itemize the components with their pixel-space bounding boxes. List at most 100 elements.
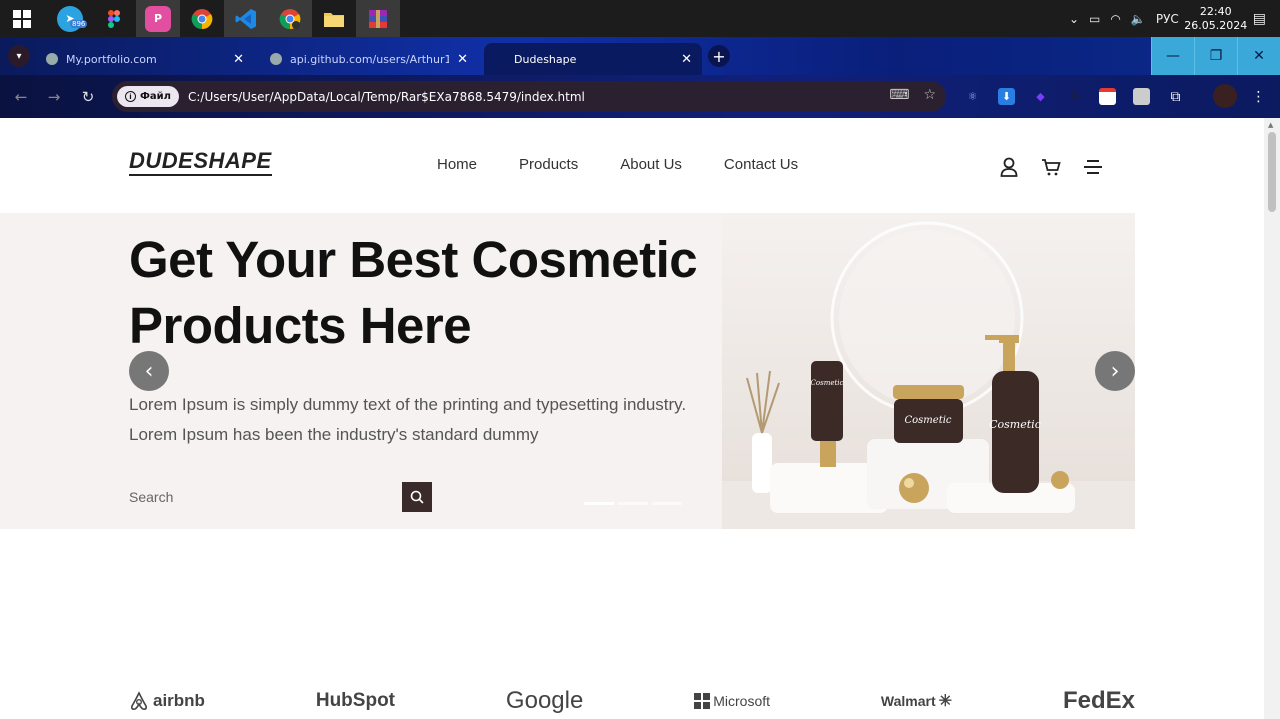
taskbar-chrome-profile[interactable]: [268, 0, 312, 37]
download-extension-icon[interactable]: ⬇: [998, 88, 1015, 105]
extension-calendar-icon[interactable]: [1099, 88, 1116, 105]
close-icon[interactable]: ✕: [681, 52, 692, 67]
slider-dot[interactable]: [584, 502, 614, 505]
notifications-icon[interactable]: ▤: [1253, 11, 1266, 27]
microsoft-icon: [694, 693, 711, 709]
bottle-label: Cosmetic: [989, 418, 1041, 431]
clock[interactable]: 22:40 26.05.2024: [1184, 5, 1248, 33]
chevron-right-icon: ›: [1110, 358, 1120, 384]
taskbar-vscode[interactable]: [224, 0, 268, 37]
brand-airbnb-text: airbnb: [153, 691, 205, 710]
translate-icon[interactable]: ⌨: [889, 87, 909, 103]
nav-contact-us[interactable]: Contact Us: [724, 156, 798, 173]
profile-avatar[interactable]: [1213, 84, 1237, 108]
system-tray: ⌄ ▭ ◠ 🔈 РУС 22:40 26.05.2024 ▤: [1064, 0, 1280, 37]
hero-slider: Get Your Best Cosmetic Products Here Lor…: [0, 213, 1135, 529]
forward-button[interactable]: →: [43, 86, 65, 108]
slider-dot[interactable]: [652, 502, 682, 505]
tab-label: Dudeshape: [514, 52, 577, 66]
start-button[interactable]: [0, 0, 44, 37]
header-icons: [998, 156, 1124, 178]
volume-icon[interactable]: 🔈: [1131, 12, 1146, 26]
windows-taskbar: ➤ 896 P ⌄ ▭ ◠ 🔈 РУС 22:40 26.05.2024 ▤: [0, 0, 1280, 37]
new-tab-button[interactable]: +: [708, 45, 730, 67]
restore-icon: ❐: [1209, 48, 1223, 64]
search-button[interactable]: [402, 482, 432, 512]
slider-dot[interactable]: [618, 502, 648, 505]
taskbar-chrome[interactable]: [180, 0, 224, 37]
brand-logos: airbnb HubSpot Google Microsoft Walmart …: [129, 686, 1135, 716]
brand-hubspot: HubSpot: [315, 690, 396, 711]
globe-icon: [270, 53, 282, 65]
address-bar[interactable]: i Файл C:/Users/User/AppData/Local/Temp/…: [112, 81, 946, 112]
folder-icon: [321, 6, 347, 32]
chevron-down-icon: ▾: [16, 50, 22, 62]
tab-label: api.github.com/users/Arthur159: [290, 52, 450, 66]
tab-dudeshape[interactable]: Dudeshape ✕: [484, 43, 702, 75]
tab-portfolio[interactable]: My.portfolio.com ✕: [36, 43, 254, 75]
user-icon[interactable]: [998, 156, 1020, 178]
language-indicator[interactable]: РУС: [1156, 12, 1179, 26]
extension-square-icon[interactable]: [1133, 88, 1150, 105]
browser-toolbar: ← → ↻ i Файл C:/Users/User/AppData/Local…: [0, 75, 1280, 118]
chevron-left-icon: ‹: [144, 358, 154, 384]
wifi-icon[interactable]: ◠: [1110, 12, 1120, 26]
menu-icon[interactable]: [1082, 156, 1104, 178]
tube-label: Cosmetic: [811, 379, 844, 387]
taskbar-pixso[interactable]: P: [136, 0, 180, 37]
slider-prev-button[interactable]: ‹: [129, 351, 169, 391]
brand-microsoft: Microsoft: [694, 693, 770, 709]
brand-walmart-text: Walmart: [880, 693, 936, 709]
taskbar-winrar[interactable]: [356, 0, 400, 37]
clock-date: 26.05.2024: [1184, 18, 1248, 32]
jar-label: Cosmetic: [904, 415, 951, 426]
minimize-button[interactable]: —: [1151, 37, 1194, 75]
reload-button[interactable]: ↻: [77, 86, 99, 108]
vscode-icon: [233, 6, 259, 32]
more-menu-icon[interactable]: ⋮: [1250, 88, 1267, 105]
restore-button[interactable]: ❐: [1194, 37, 1237, 75]
brand-microsoft-text: Microsoft: [713, 693, 771, 709]
nav-home[interactable]: Home: [437, 156, 477, 173]
blank-favicon-icon: [494, 53, 506, 65]
main-nav: Home Products About Us Contact Us: [437, 156, 840, 173]
brand-google: Google: [505, 687, 584, 714]
nav-products[interactable]: Products: [519, 156, 578, 173]
plus-icon: +: [712, 46, 726, 66]
back-button[interactable]: ←: [10, 86, 32, 108]
close-icon[interactable]: ✕: [233, 52, 244, 67]
tab-github-api[interactable]: api.github.com/users/Arthur159 ✕: [260, 43, 478, 75]
extension-diamond-icon[interactable]: ◆: [1032, 88, 1049, 105]
hero-search: Search: [129, 482, 432, 512]
close-window-button[interactable]: ✕: [1237, 37, 1280, 75]
taskbar-telegram[interactable]: ➤ 896: [48, 0, 92, 37]
reload-icon: ↻: [81, 88, 95, 106]
tab-search-button[interactable]: ▾: [8, 45, 30, 67]
search-input[interactable]: Search: [129, 489, 402, 505]
close-icon[interactable]: ✕: [457, 52, 468, 67]
windows-icon: [13, 9, 31, 28]
cart-icon[interactable]: [1040, 156, 1062, 178]
battery-icon[interactable]: ▭: [1089, 12, 1100, 26]
clock-time: 22:40: [1199, 4, 1232, 18]
site-info-chip[interactable]: i Файл: [117, 86, 179, 107]
page-scrollbar[interactable]: ▲: [1264, 118, 1280, 719]
bookmark-star-icon[interactable]: ☆: [923, 87, 936, 103]
slider-next-button[interactable]: ›: [1095, 351, 1135, 391]
nav-about-us[interactable]: About Us: [620, 156, 682, 173]
taskbar-figma[interactable]: [92, 0, 136, 37]
hero-description: Lorem Ipsum is simply dummy text of the …: [129, 395, 687, 444]
chevron-up-icon[interactable]: ⌄: [1069, 12, 1079, 26]
react-devtools-icon[interactable]: ⚛: [964, 88, 981, 105]
arrow-left-icon: ←: [14, 88, 28, 106]
chrome-icon: [189, 6, 215, 32]
figma-icon: [101, 6, 127, 32]
extension-pen-icon[interactable]: ✎: [1066, 88, 1083, 105]
scrollbar-thumb[interactable]: [1268, 132, 1276, 212]
scroll-up-icon[interactable]: ▲: [1268, 121, 1273, 129]
extensions-puzzle-icon[interactable]: ⧉: [1167, 88, 1184, 105]
url-text[interactable]: C:/Users/User/AppData/Local/Temp/Rar$EXa…: [188, 90, 585, 104]
site-logo[interactable]: DUDESHAPE: [129, 148, 272, 176]
pixso-icon: P: [145, 5, 171, 32]
taskbar-file-explorer[interactable]: [312, 0, 356, 37]
